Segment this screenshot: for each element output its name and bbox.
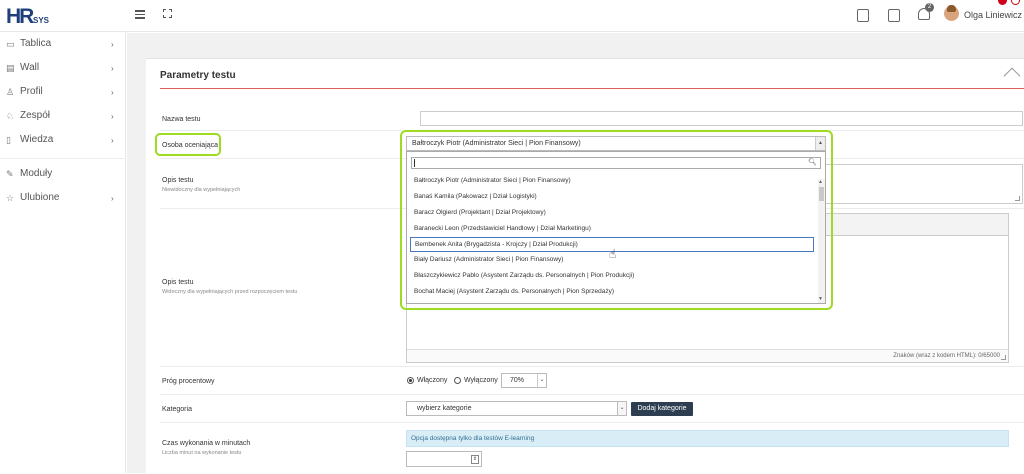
highlight-assessor-label: [155, 133, 221, 156]
star-icon: ☆: [6, 193, 15, 203]
category-placeholder: wybierz kategorie: [417, 405, 472, 412]
description-visible-sublabel: Widoczny dla wypełniających przed rozpoc…: [162, 289, 298, 295]
sidebar-item-label: Zespół: [20, 110, 51, 121]
sidebar-item-label: Tablica: [20, 38, 52, 49]
char-count: Znaków (wraz z kodem HTML): 0/65000: [893, 353, 1000, 359]
chevron-right-icon: ›: [111, 112, 114, 121]
sidebar-item-label: Wiedza: [20, 134, 54, 145]
sidebar-item-label: Profil: [20, 86, 43, 97]
description-visible-label: Opis testu: [162, 279, 194, 286]
chevron-right-icon: ›: [111, 88, 114, 97]
category-select[interactable]: wybierz kategorie: [406, 401, 626, 416]
logo[interactable]: HR SYS: [6, 5, 66, 28]
user-icon: ♙: [6, 87, 15, 97]
sidebar-item-label: Ulubione: [20, 192, 60, 203]
threshold-on-radio[interactable]: [407, 377, 414, 384]
sidebar-item-label: Moduły: [20, 168, 53, 179]
threshold-value: 70%: [510, 377, 525, 384]
row-threshold: Próg procentowy: [160, 367, 1024, 395]
chevron-right-icon: ›: [111, 194, 114, 203]
description-label: Opis testu: [162, 177, 194, 184]
sidebar-item-tablica[interactable]: ▭ Tablica ›: [0, 37, 126, 57]
sidebar-item-wall[interactable]: ▤ Wall ›: [0, 61, 126, 81]
sidebar-item-label: Wall: [20, 62, 40, 73]
panel-divider: [160, 88, 1024, 89]
book-icon: ▯: [6, 135, 11, 145]
chevron-down-icon[interactable]: ⌄: [617, 401, 627, 416]
threshold-on-label[interactable]: Włączony: [417, 377, 447, 384]
resize-handle-icon[interactable]: [1001, 355, 1006, 360]
sidebar-item-profil[interactable]: ♙ Profil ›: [0, 85, 126, 105]
panel-title: Parametry testu: [160, 70, 236, 81]
sidebar-item-zespol[interactable]: ♘ Zespół ›: [0, 109, 126, 129]
notification-badge: 2: [925, 3, 934, 12]
category-label: Kategoria: [162, 406, 192, 413]
threshold-off-radio[interactable]: [454, 377, 461, 384]
clipboard-icon[interactable]: [857, 9, 869, 22]
time-label: Czas wykonania w minutach: [162, 440, 251, 447]
chevron-right-icon: ›: [111, 40, 114, 49]
chevron-right-icon: ›: [111, 64, 114, 73]
add-category-button[interactable]: Dodaj kategorie: [631, 402, 693, 416]
chevron-down-icon[interactable]: ⌄: [537, 374, 546, 387]
chevron-right-icon: ›: [111, 136, 114, 145]
test-name-input[interactable]: [420, 111, 1023, 126]
logo-hr: HR: [6, 5, 34, 28]
time-info-text: Opcja dostępna tylko dla testów E-learni…: [411, 435, 535, 442]
highlight-assessor-select: [400, 130, 833, 310]
resize-handle-icon[interactable]: [1015, 196, 1020, 201]
sidebar-item-moduly[interactable]: ✎ Moduły: [0, 167, 126, 187]
minutes-input[interactable]: ⇕: [406, 451, 482, 467]
test-name-label: Nazwa testu: [162, 116, 201, 123]
row-test-name: Nazwa testu: [160, 107, 1024, 131]
description-sublabel: Niewidoczny dla wypełniających: [162, 187, 241, 193]
avatar[interactable]: [944, 5, 959, 21]
time-info-alert: Opcja dostępna tylko dla testów E-learni…: [406, 430, 1009, 447]
threshold-select[interactable]: 70% ⌄: [501, 373, 547, 388]
time-sublabel: Liczba minut na wykonanie testu: [162, 450, 242, 456]
monitor-icon: ▭: [6, 39, 15, 49]
user-name[interactable]: Olga Liniewicz: [964, 10, 1022, 20]
flag-en-icon[interactable]: [1011, 0, 1020, 5]
fullscreen-icon[interactable]: [163, 9, 172, 18]
sidebar-divider: [0, 158, 126, 159]
wrench-icon: ✎: [6, 169, 14, 179]
chat-icon: ▤: [6, 63, 15, 73]
top-bar: HR SYS 2 Olga Liniewicz: [0, 0, 1024, 32]
sidebar: ▭ Tablica › ▤ Wall › ♙ Profil › ♘ Zespół…: [0, 32, 126, 473]
flag-pl-icon[interactable]: [998, 0, 1007, 5]
logo-sys: SYS: [33, 16, 50, 25]
menu-toggle-icon[interactable]: [135, 10, 145, 19]
threshold-label: Próg procentowy: [162, 378, 215, 385]
spinner-icon[interactable]: ⇕: [471, 455, 479, 464]
message-icon[interactable]: [888, 9, 900, 22]
sidebar-item-ulubione[interactable]: ☆ Ulubione ›: [0, 191, 126, 211]
team-icon: ♘: [6, 111, 15, 121]
sidebar-item-wiedza[interactable]: ▯ Wiedza ›: [0, 133, 126, 153]
chevron-up-icon[interactable]: [1003, 67, 1021, 85]
threshold-off-label[interactable]: Wyłączony: [464, 377, 498, 384]
